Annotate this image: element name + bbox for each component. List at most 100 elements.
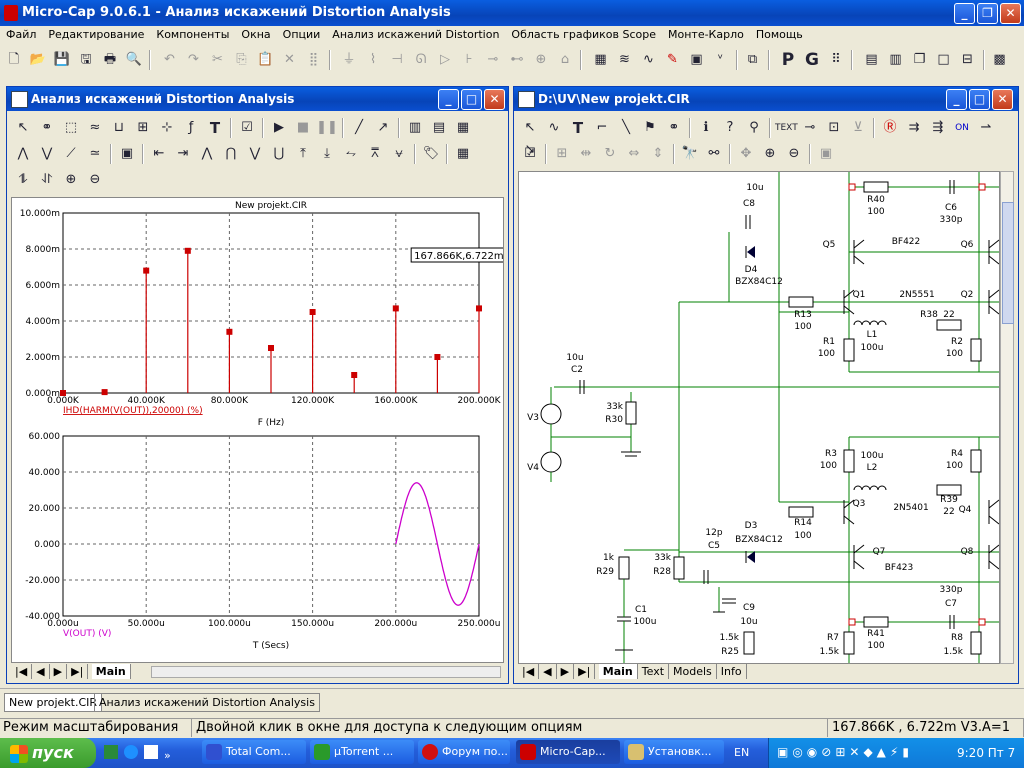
grid-table-icon[interactable]: ▦ (452, 143, 474, 165)
grid-icon[interactable]: ▦ (590, 49, 612, 71)
help-icon[interactable]: ? (719, 117, 741, 139)
undo-icon[interactable]: ↶ (159, 49, 181, 71)
last-page-button[interactable]: ▶| (67, 664, 89, 679)
vtp-icon[interactable]: ⊻ (847, 117, 869, 139)
first-page-button[interactable]: |◀ (11, 664, 33, 679)
menu-options[interactable]: Опции (277, 26, 327, 44)
text-tool-icon[interactable]: T (567, 117, 589, 139)
menu-windows[interactable]: Окна (235, 26, 276, 44)
analysis-close-button[interactable]: ✕ (484, 89, 505, 110)
print-icon[interactable]: 🖶 (99, 49, 121, 71)
paste-icon[interactable]: 📋 (255, 49, 277, 71)
tab-main[interactable]: Main (91, 664, 131, 679)
copy-icon[interactable]: ⎘ (231, 49, 253, 71)
tile-h-icon[interactable]: ▤ (861, 49, 883, 71)
zoom-in-icon[interactable]: ⊕ (60, 169, 82, 191)
text-icon[interactable]: T (204, 117, 226, 139)
zoom-out-icon[interactable]: ⊖ (84, 169, 106, 191)
binoculars-icon[interactable]: ⚯ (703, 143, 725, 165)
line-icon[interactable]: ╱ (348, 117, 370, 139)
task-micro-cap[interactable]: Micro-Cap... (516, 740, 620, 764)
vd-icon[interactable]: ᵛ (710, 49, 732, 71)
table2-icon[interactable]: ▤ (428, 117, 450, 139)
schematic-maximize-button[interactable]: □ (969, 89, 990, 110)
rotate-icon[interactable]: ↻ (599, 143, 621, 165)
high-icon[interactable]: ⤒ (292, 143, 314, 165)
tab-main[interactable]: Main (598, 664, 638, 679)
v-scroll-thumb[interactable] (1002, 202, 1014, 324)
stop-icon[interactable]: ■ (292, 117, 314, 139)
battery-icon[interactable]: ⊦ (458, 49, 480, 71)
arrow-line-icon[interactable]: ↗ (372, 117, 394, 139)
schematic-minimize-button[interactable]: _ (946, 89, 967, 110)
new-file-icon[interactable]: 🗋 (3, 49, 25, 71)
cut-icon[interactable]: ✂ (207, 49, 229, 71)
menu-components[interactable]: Компоненты (150, 26, 235, 44)
valley-prev-icon[interactable]: ⋃ (268, 143, 290, 165)
task-opera-forum[interactable]: Форум по... (418, 740, 510, 764)
last-page-button[interactable]: ▶| (574, 664, 596, 679)
ql-more-icon[interactable]: » (164, 749, 171, 762)
tag-icon[interactable]: 🏷 (420, 143, 442, 165)
waves-icon[interactable]: ≈ (84, 117, 106, 139)
flip-v-icon[interactable]: ⇕ (647, 143, 669, 165)
flag-icon[interactable]: ⚑ (639, 117, 661, 139)
h-scrollbar[interactable] (151, 666, 501, 678)
menu-monte-carlo[interactable]: Монте-Карло (662, 26, 750, 44)
flip-h-icon[interactable]: ⇔ (623, 143, 645, 165)
component-icon[interactable]: ⌂ (554, 49, 576, 71)
global-icon[interactable]: ⩞ (364, 143, 386, 165)
source-icon[interactable]: ⊕ (530, 49, 552, 71)
tile-v-icon[interactable]: ▥ (885, 49, 907, 71)
next-page-button[interactable]: ▶ (50, 664, 68, 679)
flat-icon[interactable]: ≃ (84, 143, 106, 165)
param-icon[interactable]: Ⓡ (879, 117, 901, 139)
v-scrollbar[interactable] (1000, 171, 1014, 664)
wave-icon[interactable]: ≋ (614, 49, 636, 71)
window-split-icon[interactable]: ⊟ (957, 49, 979, 71)
language-indicator[interactable]: EN (734, 746, 749, 759)
camera-icon[interactable]: ▣ (815, 143, 837, 165)
peak-icon[interactable]: ⋀ (12, 143, 34, 165)
task-install[interactable]: Установк... (624, 740, 724, 764)
wire-wave-icon[interactable]: ∿ (543, 117, 565, 139)
menu-scope[interactable]: Область графиков Scope (505, 26, 662, 44)
window-icon[interactable]: □ (933, 49, 955, 71)
capacitor-icon[interactable]: ⊣ (386, 49, 408, 71)
grid-dots-icon[interactable]: ⠿ (825, 49, 847, 71)
node-icon[interactable]: ⊡ (823, 117, 845, 139)
low-icon[interactable]: ⤓ (316, 143, 338, 165)
tab-info[interactable]: Info (717, 664, 747, 679)
analysis-maximize-button[interactable]: □ (461, 89, 482, 110)
table1-icon[interactable]: ▥ (404, 117, 426, 139)
flow-icon[interactable]: ⇉ (903, 117, 925, 139)
menu-edit[interactable]: Редактирование (42, 26, 150, 44)
menu-help[interactable]: Помощь (750, 26, 809, 44)
text-toggle-icon[interactable]: TEXT (775, 117, 798, 139)
select-mode-icon[interactable]: ⚭ (36, 117, 58, 139)
task-total-commander[interactable]: Total Com... (202, 740, 306, 764)
ql-app-icon[interactable] (104, 745, 118, 759)
minimize-button[interactable]: _ (954, 3, 975, 24)
schematic-canvas[interactable]: 10u C8 D4 BZX84C12 R40 100 C6 330p Q5 BF422 Q6 Q1 2N… (518, 171, 1000, 664)
diag-wire-icon[interactable]: ╲ (615, 117, 637, 139)
move-icon[interactable]: ⇀ (975, 117, 997, 139)
level-icon[interactable]: ⇶ (927, 117, 949, 139)
first-page-button[interactable]: |◀ (518, 664, 540, 679)
pnp-icon[interactable]: ⊷ (506, 49, 528, 71)
cursor-left-icon[interactable]: ⇤ (148, 143, 170, 165)
align-icon[interactable]: ⊞ (551, 143, 573, 165)
tray-icons[interactable]: ▣◎◉⊘⊞✕◆▲⚡▮ (777, 745, 913, 759)
doc-tab-schematic[interactable]: New projekt.CIR (4, 693, 103, 712)
ground-icon[interactable]: ⏚ (338, 49, 360, 71)
pan-icon[interactable]: ✥ (735, 143, 757, 165)
cursor-icon[interactable]: ⊹ (156, 117, 178, 139)
zoom-in-icon[interactable]: ⊕ (759, 143, 781, 165)
redo-icon[interactable]: ↷ (183, 49, 205, 71)
analysis-minimize-button[interactable]: _ (438, 89, 459, 110)
tab-text[interactable]: Text (638, 664, 670, 679)
mirror-icon[interactable]: ⇹ (575, 143, 597, 165)
valley-icon[interactable]: ⋁ (36, 143, 58, 165)
inductor-icon[interactable]: ᘏ (410, 49, 432, 71)
scale-x-icon[interactable]: ⥮ (12, 169, 34, 191)
